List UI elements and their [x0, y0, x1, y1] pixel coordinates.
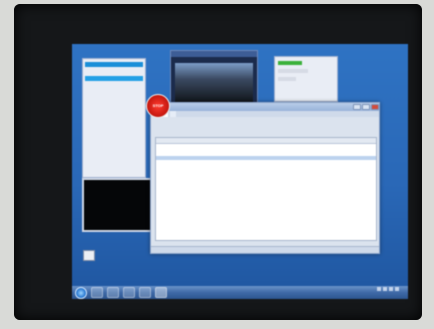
taskbar-app-button[interactable]	[139, 287, 151, 298]
main-window-titlebar[interactable]	[151, 103, 379, 111]
info-console	[82, 178, 154, 232]
column-header-1[interactable]	[156, 138, 217, 143]
main-window-statusbar	[151, 246, 379, 253]
stats-header-bar	[85, 62, 143, 67]
column-header-3[interactable]	[248, 138, 285, 143]
main-app-window[interactable]	[150, 102, 380, 254]
taskbar-explorer-button[interactable]	[107, 287, 119, 298]
column-header-5[interactable]	[310, 138, 371, 143]
minimize-button[interactable]	[353, 104, 361, 110]
column-header-4[interactable]	[285, 138, 310, 143]
tray-icon-1[interactable]	[377, 287, 381, 291]
maximize-button[interactable]	[362, 104, 370, 110]
status-bar-green	[278, 61, 302, 65]
document-icon	[83, 250, 95, 261]
file-table	[155, 137, 377, 241]
status-bar-empty-2	[278, 77, 296, 81]
system-tray	[377, 287, 404, 291]
connection-info	[157, 119, 373, 131]
stop-button[interactable]: STOP	[146, 94, 170, 118]
table-cell	[217, 176, 248, 180]
video-window[interactable]	[170, 50, 258, 110]
monitor-bezel: STOP	[14, 4, 422, 320]
column-header-2[interactable]	[217, 138, 248, 143]
taskbar-media-button[interactable]	[123, 287, 135, 298]
status-panel	[274, 56, 338, 102]
table-cell	[310, 176, 371, 180]
volume-icon[interactable]	[395, 287, 399, 291]
close-button[interactable]	[371, 104, 379, 110]
monitor-screen: STOP	[72, 44, 408, 299]
table-cell	[285, 176, 310, 180]
table-cell	[156, 176, 217, 180]
video-preview	[175, 63, 253, 103]
taskbar-active-app-button[interactable]	[155, 287, 167, 298]
table-row[interactable]	[156, 176, 376, 180]
network-icon[interactable]	[389, 287, 393, 291]
desktop-icon[interactable]	[82, 250, 96, 268]
tab-3[interactable]	[170, 111, 176, 117]
table-cell	[248, 176, 285, 180]
taskbar	[72, 286, 408, 299]
stats-panel	[82, 58, 146, 178]
main-window-tabs	[151, 111, 379, 117]
table-body	[156, 144, 376, 180]
video-window-title	[171, 51, 257, 57]
taskbar-ie-button[interactable]	[91, 287, 103, 298]
stats-highlight-bar	[85, 76, 143, 81]
tray-icon-2[interactable]	[383, 287, 387, 291]
start-button[interactable]	[75, 286, 87, 299]
status-bar-empty	[278, 69, 308, 73]
